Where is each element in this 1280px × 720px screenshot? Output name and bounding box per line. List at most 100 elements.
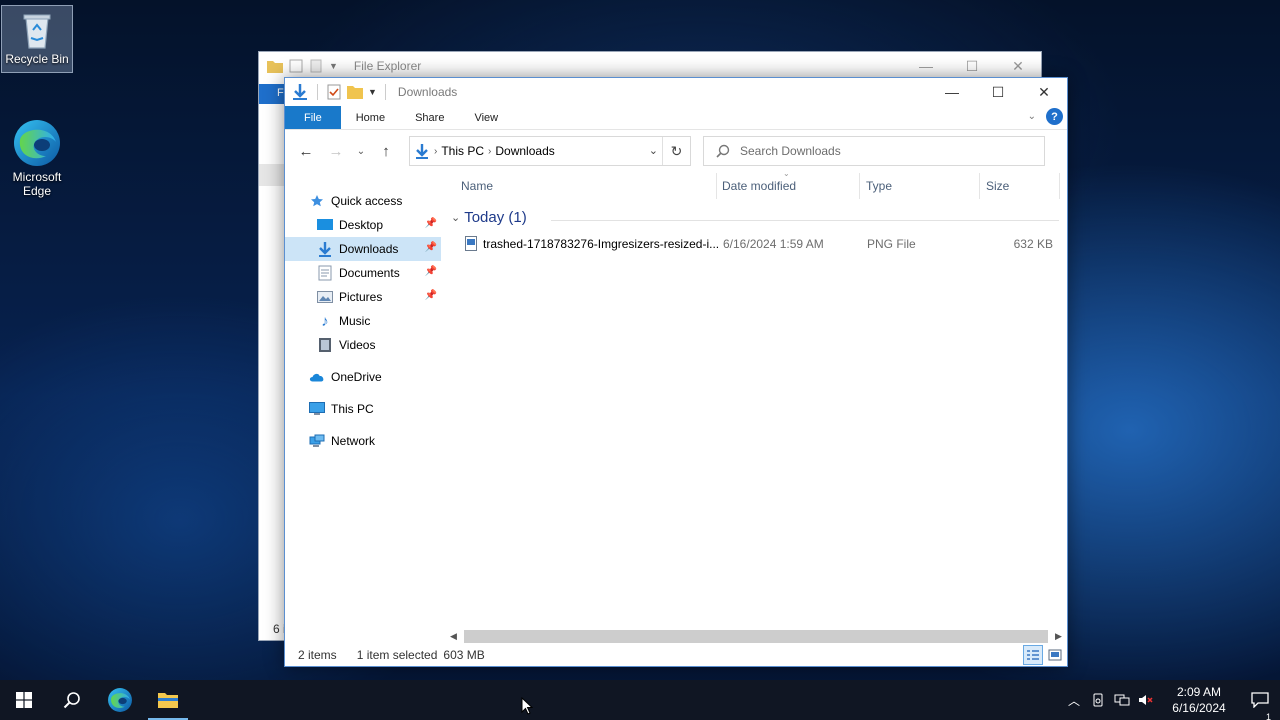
sidebar-item-network[interactable]: Network: [285, 429, 441, 453]
search-button[interactable]: [48, 680, 96, 720]
taskbar-file-explorer-button[interactable]: [144, 680, 192, 720]
pictures-folder-icon: [317, 289, 333, 305]
downloads-arrow-icon: [416, 144, 428, 159]
desktop-icon-edge[interactable]: Microsoft Edge: [1, 114, 73, 198]
expand-ribbon-icon[interactable]: ⌄: [1028, 111, 1036, 122]
column-header-name[interactable]: Name: [461, 173, 493, 199]
computer-icon: [309, 401, 325, 417]
tab-file[interactable]: File: [285, 106, 341, 129]
address-dropdown-icon[interactable]: ⌄: [649, 144, 658, 157]
file-list: Name Date modified ⌄ Type Size ⌄ Today (…: [447, 169, 1067, 628]
close-icon[interactable]: ✕: [995, 52, 1041, 80]
tab-share[interactable]: Share: [400, 106, 459, 129]
large-icons-view-icon[interactable]: [1045, 645, 1065, 665]
group-header-today[interactable]: ⌄ Today (1): [451, 209, 1059, 226]
sidebar-label: Quick access: [331, 194, 403, 208]
sidebar-item-documents[interactable]: Documents 📌: [285, 261, 441, 285]
search-box[interactable]: Search Downloads: [703, 136, 1045, 166]
network-tray-icon[interactable]: [1110, 693, 1134, 707]
file-size: 632 KB: [1013, 237, 1053, 251]
breadcrumb-downloads[interactable]: Downloads: [495, 144, 554, 158]
downloads-folder-icon: [317, 241, 333, 257]
desktop-icon-recycle-bin[interactable]: Recycle Bin: [1, 5, 73, 73]
pin-icon[interactable]: 📌: [425, 242, 437, 253]
system-tray: ︿ 2:09 AM 6/16/2024 1: [1062, 680, 1280, 720]
back-button[interactable]: ←: [293, 138, 319, 164]
column-header-type[interactable]: Type: [866, 173, 892, 199]
up-button[interactable]: ↑: [373, 138, 399, 164]
minimize-button[interactable]: —: [929, 78, 975, 106]
recent-locations-icon[interactable]: ⌄: [353, 138, 369, 164]
breadcrumb-this-pc[interactable]: This PC: [441, 144, 484, 158]
sidebar-label: OneDrive: [331, 370, 382, 384]
volume-muted-icon[interactable]: [1134, 693, 1158, 707]
back-file-tab[interactable]: F: [259, 84, 285, 104]
notification-count: 1: [1264, 712, 1272, 720]
pin-icon[interactable]: 📌: [425, 218, 437, 229]
scrollbar-thumb[interactable]: [464, 630, 1048, 643]
scroll-left-icon[interactable]: ◀: [445, 631, 462, 642]
downloads-window[interactable]: ▼ Downloads — ☐ ✕ File Home Share View ⌄…: [284, 77, 1068, 667]
back-window-title: File Explorer: [353, 59, 422, 73]
search-icon: [63, 692, 80, 709]
clock[interactable]: 2:09 AM 6/16/2024: [1158, 684, 1240, 716]
png-file-icon: [465, 236, 477, 251]
device-icon[interactable]: [1086, 693, 1110, 707]
navigation-pane: Quick access Desktop 📌 Downloads 📌 Docum…: [285, 173, 445, 623]
edge-icon: [108, 688, 132, 712]
downloads-arrow-icon: [293, 84, 307, 100]
help-icon[interactable]: ?: [1046, 108, 1063, 125]
taskbar-edge-button[interactable]: [96, 680, 144, 720]
onedrive-icon: [309, 369, 325, 385]
file-row[interactable]: trashed-1718783276-Imgresizers-resized-i…: [447, 233, 1059, 255]
status-bar: 2 items 1 item selected 603 MB: [285, 644, 1067, 666]
sidebar-item-pictures[interactable]: Pictures 📌: [285, 285, 441, 309]
sidebar-item-videos[interactable]: Videos: [285, 333, 441, 357]
breadcrumb-separator-icon[interactable]: ›: [488, 146, 491, 157]
sidebar-item-desktop[interactable]: Desktop 📌: [285, 213, 441, 237]
music-folder-icon: ♪: [321, 312, 329, 330]
minimize-icon[interactable]: —: [903, 52, 949, 80]
sidebar-quick-access[interactable]: Quick access: [285, 189, 441, 213]
maximize-button[interactable]: ☐: [975, 78, 1021, 106]
sidebar-item-this-pc[interactable]: This PC: [285, 397, 441, 421]
taskbar: ︿ 2:09 AM 6/16/2024 1: [0, 680, 1280, 720]
refresh-button[interactable]: ↻: [662, 137, 690, 165]
new-folder-icon[interactable]: [346, 84, 364, 100]
scroll-right-icon[interactable]: ▶: [1050, 631, 1067, 642]
file-date: 6/16/2024 1:59 AM: [723, 237, 824, 251]
forward-button[interactable]: →: [323, 138, 349, 164]
column-header-size[interactable]: Size: [986, 173, 1009, 199]
horizontal-scrollbar[interactable]: ◀ ▶: [445, 628, 1067, 645]
clock-time: 2:09 AM: [1176, 685, 1222, 699]
close-button[interactable]: ✕: [1021, 78, 1067, 106]
properties-icon[interactable]: [326, 84, 342, 100]
start-button[interactable]: [0, 680, 48, 720]
folder-icon: [267, 61, 283, 73]
windows-logo-icon: [16, 692, 32, 708]
network-icon: [309, 433, 325, 449]
videos-folder-icon: [317, 337, 333, 353]
pin-icon[interactable]: 📌: [425, 290, 437, 301]
sidebar-item-onedrive[interactable]: OneDrive: [285, 365, 441, 389]
sidebar-item-downloads[interactable]: Downloads 📌: [285, 237, 441, 261]
ribbon: File Home Share View ⌄ ?: [285, 106, 1067, 130]
show-hidden-icons-icon[interactable]: ︿: [1062, 692, 1086, 709]
pin-icon[interactable]: 📌: [425, 266, 437, 277]
search-input[interactable]: Search Downloads: [740, 144, 841, 158]
recycle-bin-icon: [23, 14, 51, 49]
selection-size: 603 MB: [443, 648, 485, 662]
sidebar-item-music[interactable]: ♪ Music: [285, 309, 441, 333]
maximize-icon[interactable]: ☐: [949, 52, 995, 80]
qa-dropdown-icon[interactable]: ▼: [368, 87, 377, 97]
tab-view[interactable]: View: [459, 106, 513, 129]
navigation-bar: ← → ⌄ ↑ › This PC › Downloads ⌄ ↻ Search…: [285, 130, 1067, 172]
notifications-icon: [1251, 692, 1269, 708]
breadcrumb-separator-icon[interactable]: ›: [434, 146, 437, 157]
address-bar[interactable]: › This PC › Downloads ⌄ ↻: [409, 136, 691, 166]
action-center-button[interactable]: 1: [1240, 692, 1280, 720]
collapse-chevron-icon[interactable]: ⌄: [451, 211, 460, 224]
tab-home[interactable]: Home: [341, 106, 400, 129]
group-label: Today (1): [464, 209, 527, 226]
details-view-icon[interactable]: [1023, 645, 1043, 665]
